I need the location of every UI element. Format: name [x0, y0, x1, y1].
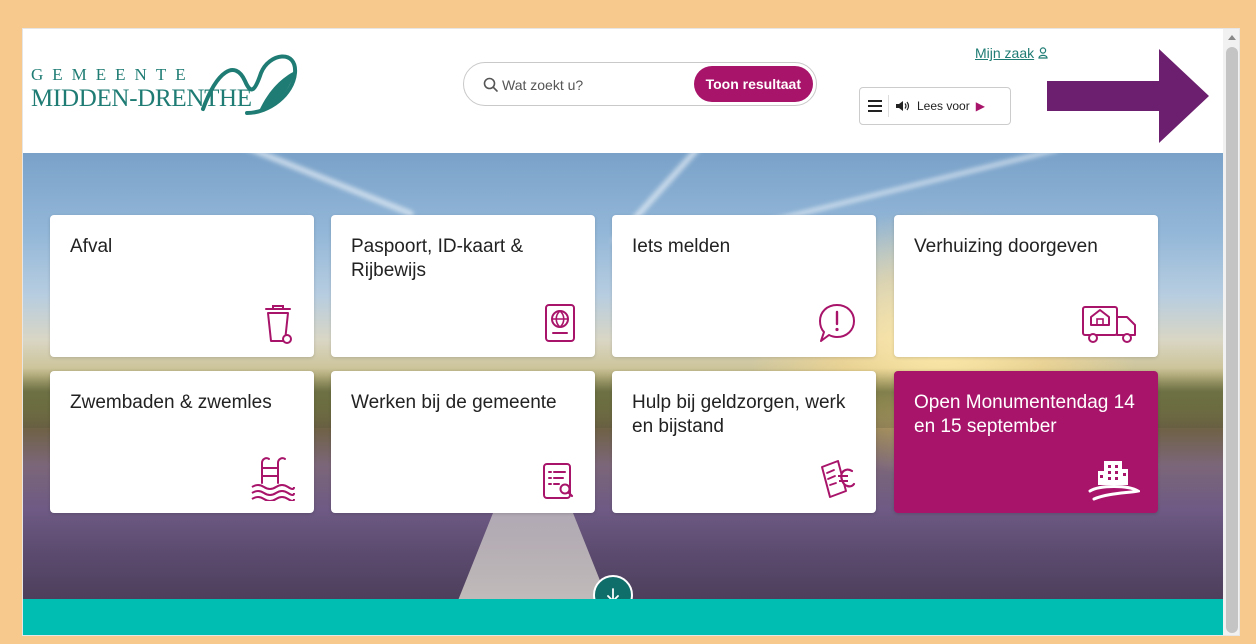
logo-swoosh-icon — [201, 54, 298, 115]
monument-building-icon — [1088, 461, 1140, 501]
hamburger-menu-icon[interactable] — [868, 100, 882, 112]
trash-bin-icon — [265, 305, 292, 344]
tile-title: Iets melden — [632, 236, 731, 257]
site-header: GEMEENTE MIDDEN-DRENTHE Toon resultaat M… — [23, 29, 1223, 153]
browser-viewport: GEMEENTE MIDDEN-DRENTHE Toon resultaat M… — [22, 28, 1240, 636]
annotation-arrow-icon — [1047, 49, 1209, 143]
divider — [888, 95, 889, 117]
tile-iets-melden[interactable]: Iets melden — [612, 215, 876, 357]
arrow-down-icon — [607, 588, 619, 599]
moving-truck-icon — [1082, 306, 1136, 343]
tile-title: Paspoort, ID-kaart & Rijbewijs — [351, 236, 524, 281]
tile-werken-bij[interactable]: Werken bij de gemeente — [331, 371, 595, 513]
euro-bills-icon — [821, 460, 856, 498]
passport-icon — [545, 304, 575, 342]
swimming-pool-ladder-icon — [251, 457, 295, 501]
logo-line-gemeente: GEMEENTE — [31, 65, 195, 84]
scrollbar-thumb[interactable] — [1226, 47, 1238, 633]
tile-zwembaden[interactable]: Zwembaden & zwemles — [50, 371, 314, 513]
hero-banner: Afval Paspoort, ID-kaart & Rijbewijs Iet… — [23, 153, 1223, 599]
tile-verhuizing[interactable]: Verhuizing doorgeven — [894, 215, 1158, 357]
tile-open-monumentendag[interactable]: Open Monumentendag 14 en 15 september — [894, 371, 1158, 513]
search-bar: Toon resultaat — [463, 62, 817, 106]
tile-title: Verhuizing doorgeven — [914, 236, 1098, 257]
tile-title: Hulp bij geldzorgen, werk en bijstand — [632, 392, 846, 437]
readspeaker-bar[interactable]: Lees voor ▶ — [859, 87, 1011, 125]
account-link[interactable]: Mijn zaak — [975, 45, 1048, 61]
tile-title: Zwembaden & zwemles — [70, 392, 272, 413]
account-link-label: Mijn zaak — [975, 45, 1035, 61]
search-submit-button[interactable]: Toon resultaat — [693, 66, 813, 102]
tile-title: Afval — [70, 236, 113, 257]
exclamation-bubble-icon — [819, 304, 855, 342]
tile-title: Werken bij de gemeente — [351, 392, 557, 413]
search-icon — [483, 77, 498, 92]
tile-paspoort[interactable]: Paspoort, ID-kaart & Rijbewijs — [331, 215, 595, 357]
teal-section-band — [23, 599, 1223, 635]
tile-geldzorgen[interactable]: Hulp bij geldzorgen, werk en bijstand — [612, 371, 876, 513]
read-aloud-label: Lees voor — [917, 99, 970, 113]
search-input[interactable] — [502, 75, 682, 95]
document-search-icon — [543, 463, 574, 499]
play-icon[interactable]: ▶ — [976, 99, 985, 113]
tile-title: Open Monumentendag 14 en 15 september — [914, 392, 1135, 437]
scroll-up-arrow-icon[interactable] — [1228, 35, 1236, 40]
municipality-logo[interactable]: GEMEENTE MIDDEN-DRENTHE — [31, 51, 303, 121]
tile-afval[interactable]: Afval — [50, 215, 314, 357]
scrollbar[interactable] — [1223, 29, 1239, 635]
speaker-icon — [896, 101, 910, 111]
